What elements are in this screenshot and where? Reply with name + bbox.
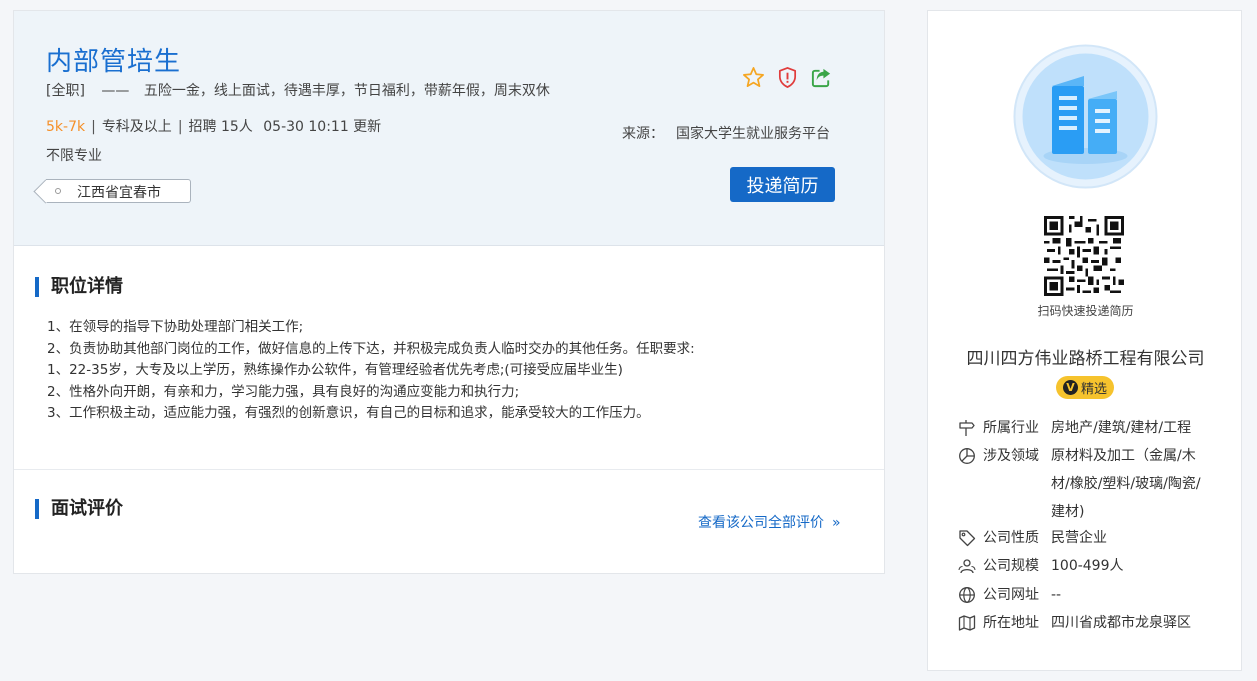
interview-review-heading: 面试评价 bbox=[35, 499, 123, 519]
signpost-icon bbox=[959, 420, 975, 436]
salary: 5k-7k bbox=[46, 119, 86, 135]
info-label: 所在地址 bbox=[983, 615, 1039, 631]
job-meta: 5k-7k | 专科及以上 | 招聘 15人 05-30 10:11 更新 bbox=[46, 116, 381, 136]
job-title: 内部管培生 bbox=[46, 47, 182, 77]
description-line: 1、22-35岁，大专及以上学历，熟练操作办公软件，有管理经验者优先考虑;(可接… bbox=[47, 362, 623, 378]
source-label: 来源： bbox=[622, 126, 664, 142]
meta-separator: | bbox=[177, 119, 183, 135]
description-line: 3、工作积极主动，适应能力强，有强烈的创新意识，有自己的目标和追求，能承受较大的… bbox=[47, 405, 650, 421]
v-badge-icon: V bbox=[1062, 380, 1078, 395]
info-label: 公司网址 bbox=[983, 587, 1039, 603]
job-type-tag: [全职] bbox=[46, 83, 85, 99]
recruit-count: 招聘 15人 bbox=[188, 119, 253, 135]
pie-chart-icon bbox=[959, 448, 975, 464]
view-all-reviews-link[interactable]: 查看该公司全部评价 » bbox=[698, 512, 840, 532]
apply-button[interactable]: 投递简历 bbox=[730, 167, 835, 202]
info-website: 公司网址 -- bbox=[958, 581, 1218, 609]
location-tag: 江西省宜春市 bbox=[46, 179, 191, 203]
meta-separator: | bbox=[91, 119, 96, 135]
company-logo-building-icon bbox=[1013, 44, 1158, 189]
section-divider bbox=[14, 469, 884, 470]
badge-text: 精选 bbox=[1080, 382, 1107, 397]
globe-icon bbox=[959, 587, 975, 603]
tag-dash: —— bbox=[101, 83, 130, 99]
info-value: 四川省成都市龙泉驿区 bbox=[1051, 615, 1191, 631]
qr-code-icon bbox=[1044, 216, 1124, 296]
info-label: 公司规模 bbox=[983, 558, 1039, 574]
job-actions bbox=[742, 66, 833, 89]
featured-badge: V 精选 bbox=[1056, 376, 1114, 399]
welfare-list: 五险一金，线上面试，待遇丰厚，节日福利，带薪年假，周末双休 bbox=[143, 83, 550, 99]
info-label: 所属行业 bbox=[983, 420, 1039, 436]
info-value: -- bbox=[1051, 587, 1062, 603]
info-value: 100-499人 bbox=[1051, 558, 1124, 574]
job-detail-panel: 内部管培生 [全职] —— 五险一金，线上面试，待遇丰厚，节日福利，带薪年假，周… bbox=[13, 10, 885, 574]
job-tags: [全职] —— 五险一金，线上面试，待遇丰厚，节日福利，带薪年假，周末双休 bbox=[46, 80, 550, 100]
info-label: 公司性质 bbox=[983, 530, 1039, 546]
share-icon[interactable] bbox=[810, 66, 833, 89]
shield-alert-icon[interactable] bbox=[776, 66, 799, 89]
info-address: 所在地址 四川省成都市龙泉驿区 bbox=[958, 609, 1218, 637]
description-line: 2、性格外向开朗，有亲和力，学习能力强，具有良好的沟通应变能力和执行力; bbox=[47, 383, 520, 400]
info-value: 房地产/建筑/建材/工程 bbox=[1051, 420, 1192, 436]
update-time: 05-30 10:11 更新 bbox=[263, 119, 382, 135]
education-requirement: 专科及以上 bbox=[101, 119, 172, 135]
job-header: 内部管培生 [全职] —— 五险一金，线上面试，待遇丰厚，节日福利，带薪年假，周… bbox=[14, 11, 884, 246]
info-nature: 公司性质 民营企业 bbox=[958, 524, 1218, 552]
info-value: 原材料及加工（金属/木材/橡胶/塑料/玻璃/陶瓷/建材) bbox=[1051, 448, 1201, 520]
info-label: 涉及领域 bbox=[983, 448, 1039, 464]
location-text: 江西省宜春市 bbox=[77, 185, 161, 201]
company-panel: 扫码快速投递简历 四川四方伟业路桥工程有限公司 V 精选 所属行业 房地产/建筑… bbox=[927, 10, 1242, 671]
qr-label: 扫码快速投递简历 bbox=[1037, 304, 1134, 318]
company-name[interactable]: 四川四方伟业路桥工程有限公司 bbox=[928, 344, 1243, 369]
info-scale: 公司规模 100-499人 bbox=[958, 552, 1218, 580]
job-details-heading: 职位详情 bbox=[35, 277, 123, 297]
map-icon bbox=[958, 615, 976, 631]
job-source: 来源： 国家大学生就业服务平台 bbox=[622, 123, 830, 143]
star-icon[interactable] bbox=[742, 66, 765, 89]
view-all-reviews-label: 查看该公司全部评价 bbox=[698, 515, 824, 531]
major-requirement: 不限专业 bbox=[46, 148, 102, 164]
people-icon bbox=[958, 559, 976, 574]
tag-icon bbox=[959, 530, 976, 547]
info-field: 涉及领域 原材料及加工（金属/木材/橡胶/塑料/玻璃/陶瓷/建材) bbox=[958, 442, 1218, 526]
description-line: 1、在领导的指导下协助处理部门相关工作; bbox=[47, 319, 304, 335]
info-industry: 所属行业 房地产/建筑/建材/工程 bbox=[958, 414, 1218, 442]
info-value: 民营企业 bbox=[1051, 530, 1107, 546]
job-description: 1、在领导的指导下协助处理部门相关工作; 2、负责协助其他部门岗位的工作，做好信… bbox=[47, 317, 695, 425]
source-value: 国家大学生就业服务平台 bbox=[676, 126, 830, 142]
location-dot-icon bbox=[55, 188, 61, 194]
description-line: 2、负责协助其他部门岗位的工作，做好信息的上传下达，并积极完成负责人临时交办的其… bbox=[47, 340, 695, 357]
double-chevron-right-icon: » bbox=[832, 515, 840, 531]
